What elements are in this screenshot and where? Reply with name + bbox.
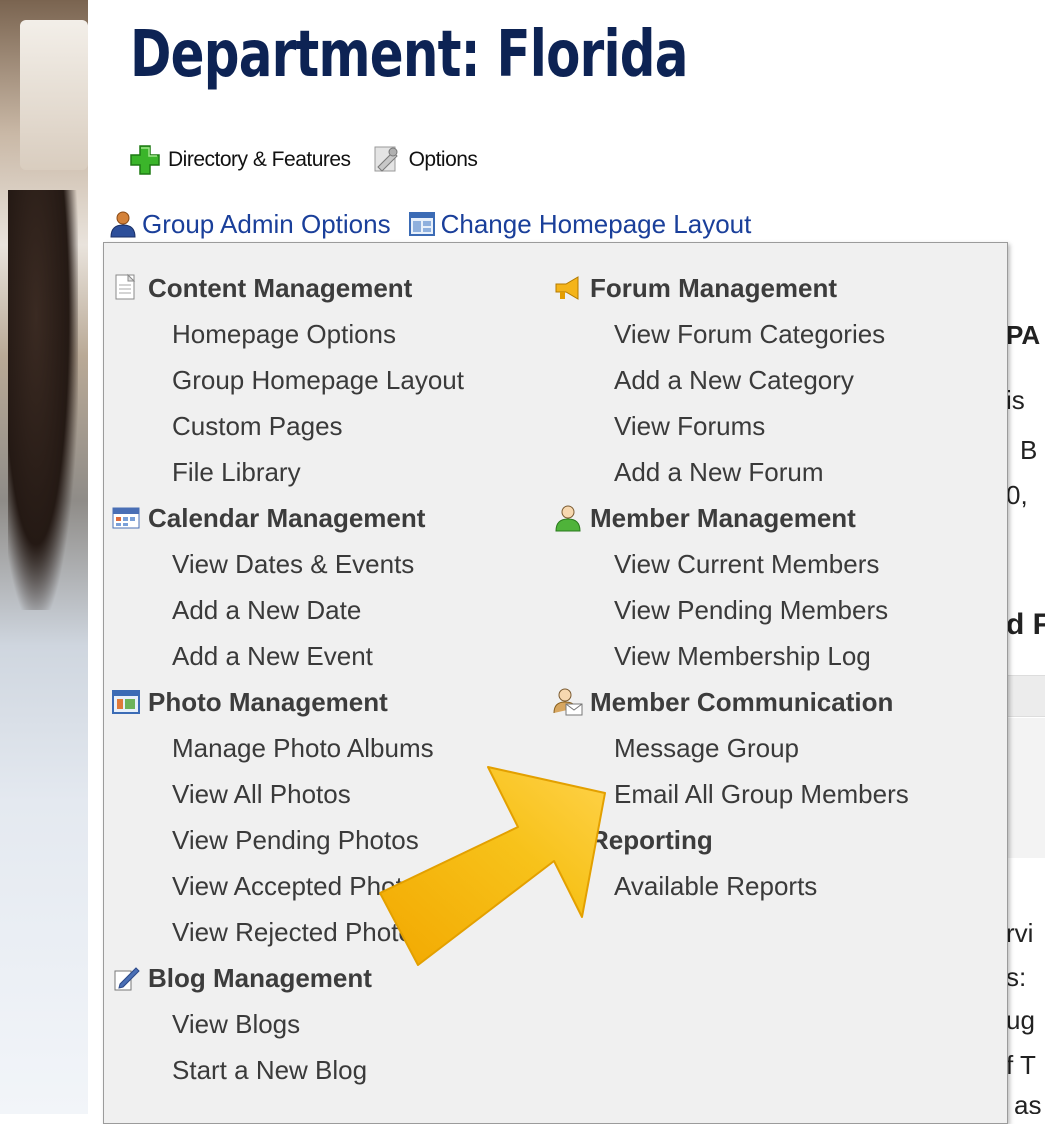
menu-item-custom-pages[interactable]: Custom Pages [110,403,464,449]
menu-item-available-reports[interactable]: Available Reports [552,863,909,909]
admin-user-icon [110,211,136,238]
change-homepage-layout-label: Change Homepage Layout [440,208,752,239]
menu-section-content-management[interactable]: Content Management [110,265,464,311]
menu-section-member-communication[interactable]: Member Communication [552,679,909,725]
menu-section-photo-management[interactable]: Photo Management [110,679,464,725]
menu-section-reporting[interactable]: Reporting [552,817,909,863]
photo-highlight [20,20,88,170]
menu-section-label: Blog Management [148,962,372,993]
menu-item-add-a-new-forum[interactable]: Add a New Forum [552,449,909,495]
blank-icon [552,824,584,856]
menu-item-view-all-photos[interactable]: View All Photos [110,771,464,817]
menu-item-view-forums[interactable]: View Forums [552,403,909,449]
menu-item-add-a-new-category[interactable]: Add a New Category [552,357,909,403]
menu-section-label: Calendar Management [148,502,426,533]
menu-section-label: Photo Management [148,686,388,717]
change-homepage-layout-link[interactable]: Change Homepage Layout [407,208,752,240]
menu-item-group-homepage-layout[interactable]: Group Homepage Layout [110,357,464,403]
header-photo [0,0,88,1114]
feature-bar: Directory & Features Options [128,140,478,180]
member-mail-icon [553,688,583,716]
menu-right-column: Forum Management View Forum Categories Add… [552,265,909,909]
menu-item-add-a-new-event[interactable]: Add a New Event [110,633,464,679]
megaphone-icon [555,276,579,300]
document-icon [115,273,136,300]
options-link[interactable]: Options [359,143,478,177]
menu-section-label: Content Management [148,272,413,303]
options-icon [374,146,398,172]
photo-gap [88,0,100,1114]
page-title: Department: Florida [130,18,688,92]
menu-item-view-forum-categories[interactable]: View Forum Categories [552,311,909,357]
group-admin-dropdown: Content Management Homepage Options Group … [103,242,1008,1124]
admin-bar: Group Admin Options Change Homepage Layo… [108,206,751,242]
bg-fragment: B [1020,435,1038,465]
menu-item-add-a-new-date[interactable]: Add a New Date [110,587,464,633]
menu-section-label: Forum Management [590,272,838,303]
options-label: Options [408,148,478,171]
bg-fragment: 0, [1006,480,1028,510]
menu-section-blog-management[interactable]: Blog Management [110,955,464,1001]
bg-fragment: ug [1006,1005,1035,1035]
menu-item-view-pending-members[interactable]: View Pending Members [552,587,909,633]
menu-item-view-membership-log[interactable]: View Membership Log [552,633,909,679]
pencil-icon [114,967,140,991]
menu-item-homepage-options[interactable]: Homepage Options [110,311,464,357]
bg-fragment: rvi [1006,918,1034,948]
menu-section-calendar-management[interactable]: Calendar Management [110,495,464,541]
photo-icon [112,690,140,714]
menu-item-view-dates-and-events[interactable]: View Dates & Events [110,541,464,587]
menu-item-email-all-group-members[interactable]: Email All Group Members [552,771,909,817]
bg-fragment: d F [1006,608,1045,641]
member-icon [555,505,581,532]
menu-section-label: Member Communication [590,686,894,717]
directory-features-label: Directory & Features [168,148,351,171]
layout-icon [408,212,435,236]
bg-fragment: as [1014,1090,1042,1114]
directory-features-link[interactable]: Directory & Features [128,143,351,177]
menu-item-view-current-members[interactable]: View Current Members [552,541,909,587]
menu-section-forum-management[interactable]: Forum Management [552,265,909,311]
group-admin-options-link[interactable]: Group Admin Options [108,209,391,240]
calendar-icon [112,507,140,529]
menu-section-label: Member Management [590,502,856,533]
plus-icon [130,145,160,175]
group-admin-options-label: Group Admin Options [142,208,391,239]
menu-section-label: Reporting [590,824,713,855]
menu-item-view-pending-photos[interactable]: View Pending Photos [110,817,464,863]
menu-item-view-rejected-photos[interactable]: View Rejected Photos [110,909,464,955]
bg-fragment: f T [1006,1050,1036,1080]
menu-item-manage-photo-albums[interactable]: Manage Photo Albums [110,725,464,771]
photo-figure [8,190,78,610]
bg-fragment: s: [1006,962,1027,992]
menu-item-file-library[interactable]: File Library [110,449,464,495]
menu-item-view-blogs[interactable]: View Blogs [110,1001,464,1047]
menu-item-start-a-new-blog[interactable]: Start a New Blog [110,1047,464,1093]
menu-item-view-accepted-photos[interactable]: View Accepted Photos [110,863,464,909]
menu-left-column: Content Management Homepage Options Group … [110,265,464,1093]
bg-fragment: PA [1006,320,1041,350]
menu-item-message-group[interactable]: Message Group [552,725,909,771]
bg-fragment: is [1006,385,1025,415]
menu-section-member-management[interactable]: Member Management [552,495,909,541]
